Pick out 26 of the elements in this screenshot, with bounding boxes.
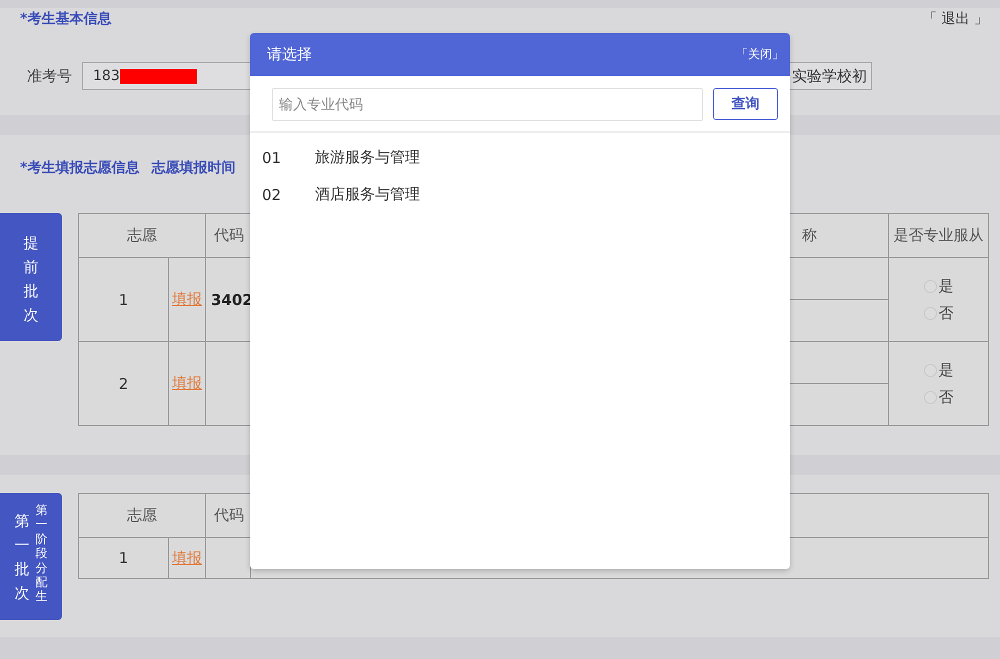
exam-number-value: 183 — [93, 68, 120, 84]
section-title: *考生填报志愿信息 — [20, 159, 140, 177]
search-field[interactable]: 输入专业代码 — [272, 88, 703, 121]
table-cell: 3402 — [211, 290, 253, 308]
dialog-title: 请选择 — [267, 45, 312, 64]
table-header: 志愿 — [79, 214, 206, 258]
item-code[interactable]: 01 — [262, 148, 315, 166]
field-label: 准考号 — [27, 66, 72, 86]
section-title: 志愿填报时间 — [151, 159, 236, 177]
search-button[interactable]: 查询 — [713, 88, 778, 120]
radio-label: 是 — [938, 360, 954, 380]
close-link[interactable]: 「关闭」 — [736, 46, 784, 63]
item-name[interactable]: 酒店服务与管理 — [315, 185, 420, 204]
radio-label: 是 — [938, 276, 954, 296]
table-cell: 2 — [79, 342, 169, 426]
batch-tab[interactable]: 提前批次 — [0, 213, 62, 341]
table-header: 是否专业服从 — [889, 214, 989, 258]
item-code[interactable]: 02 — [262, 186, 315, 204]
section-title: *考生基本信息 — [20, 10, 112, 28]
table-cell: 1 — [79, 538, 169, 579]
table-header: 志愿 — [79, 494, 206, 538]
table-cell: 1 — [79, 258, 169, 342]
radio-label: 否 — [938, 304, 954, 322]
logout-link[interactable]: 「 退出 」 — [923, 10, 988, 28]
item-name[interactable]: 旅游服务与管理 — [315, 148, 420, 167]
radio-label: 否 — [938, 388, 954, 406]
